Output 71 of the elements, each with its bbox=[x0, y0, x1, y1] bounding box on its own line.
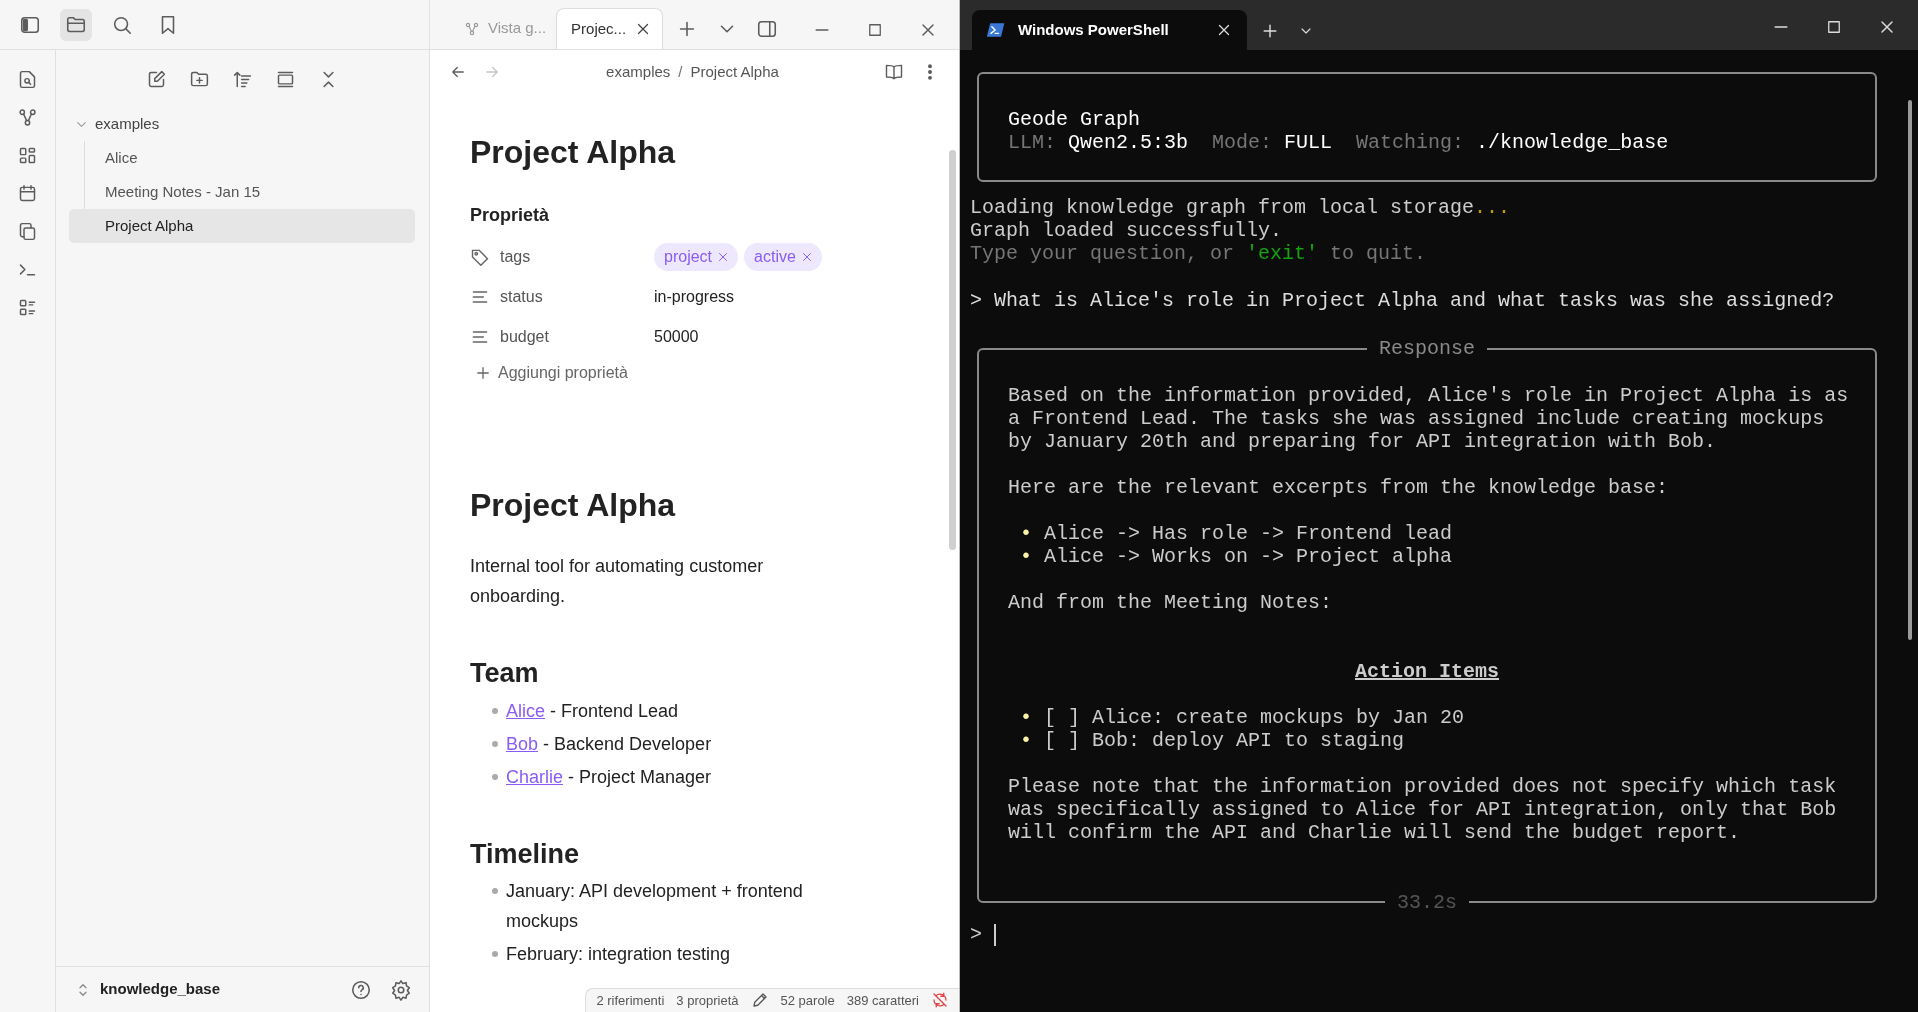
prompt-symbol: > bbox=[970, 923, 983, 946]
tag-pill[interactable]: project bbox=[654, 243, 739, 271]
properties-heading: Proprietà bbox=[470, 204, 551, 227]
log-line: Graph loaded successfully. bbox=[970, 219, 1284, 242]
bullet-item: Alice -> Works on -> Project alpha bbox=[1043, 545, 1453, 568]
paragraph: Internal tool for automating customer onboarding. bbox=[470, 555, 765, 608]
file-item[interactable]: Meeting Notes - Jan 15 bbox=[69, 175, 415, 209]
bullet-item: Alice -> Has role -> Frontend lead bbox=[1043, 522, 1453, 545]
property-value[interactable]: 50000 bbox=[654, 325, 699, 349]
bullet-icon bbox=[492, 888, 498, 894]
question-line: > What is Alice's role in Project Alpha and what tasks was she assigned? bbox=[970, 289, 1836, 312]
property-key: tags bbox=[500, 245, 531, 269]
heading: Team bbox=[470, 657, 540, 690]
banner-info: LLM: Qwen2.5:3b Mode: FULL Watching: ./knowledge_base bbox=[1008, 131, 1670, 154]
add-property-button[interactable]: Aggiungi proprietà bbox=[470, 361, 632, 385]
breadcrumb-item[interactable]: examples bbox=[606, 62, 671, 80]
note-title: Project Alpha bbox=[470, 133, 677, 172]
graph-icon bbox=[464, 20, 480, 37]
list-item: Alice - Frontend Lead bbox=[506, 699, 680, 723]
terminal-tab[interactable]: Windows PowerShell bbox=[972, 10, 1247, 50]
bullet-icon bbox=[492, 773, 498, 780]
powershell-icon bbox=[986, 20, 1006, 40]
note-link[interactable]: Charlie bbox=[506, 766, 564, 787]
heading: Project Alpha bbox=[470, 486, 677, 525]
folder-icon[interactable] bbox=[60, 8, 92, 41]
response-paragraph: Here are the relevant excerpts from the knowledge base: bbox=[1008, 476, 1670, 499]
property-value[interactable]: in-progress bbox=[654, 285, 735, 309]
breadcrumb-separator: / bbox=[678, 62, 683, 80]
log-line: Type your question, or 'exit' to quit. bbox=[970, 242, 1428, 265]
bullet-icon: • bbox=[1008, 522, 1032, 545]
bullet-icon bbox=[492, 951, 498, 957]
response-heading: Action Items bbox=[1354, 660, 1500, 683]
list-item: February: integration testing bbox=[506, 943, 732, 966]
note-link[interactable]: Bob bbox=[506, 733, 539, 754]
tag-icon bbox=[470, 247, 490, 267]
property-key: status bbox=[500, 285, 543, 309]
tab[interactable]: Projec... bbox=[556, 8, 664, 49]
scrollbar[interactable] bbox=[1908, 100, 1912, 640]
status-item: 2 riferimenti bbox=[596, 991, 665, 1010]
property-key: budget bbox=[500, 325, 549, 349]
list-item: Bob - Backend Developer bbox=[506, 732, 713, 756]
bullet-icon: • bbox=[1008, 545, 1032, 568]
bullet-item: [ ] Alice: create mockups by Jan 20 bbox=[1043, 706, 1465, 729]
bullet-icon: • bbox=[1008, 706, 1032, 729]
status-item: 3 proprietà bbox=[676, 991, 739, 1010]
response-paragraph: Please note that the information provided does not specify which task was specifically assigned to Alice for API integration, only that Bob will confirm the API and Charlie will send the budget report. bbox=[1008, 775, 1838, 844]
banner-title: Geode Graph bbox=[1008, 108, 1142, 131]
response-paragraph: Based on the information provided, Alice's role in Project Alpha is as a Frontend Lead. The tasks she was assigned include creating mockups by January 20th and preparing for API integration with Bob. bbox=[1008, 384, 1846, 453]
file-item[interactable]: Alice bbox=[69, 141, 415, 175]
bullet-icon bbox=[492, 740, 498, 747]
plus-icon bbox=[474, 364, 492, 382]
list-item: January: API development + frontend mockups bbox=[506, 880, 804, 933]
heading: Timeline bbox=[470, 837, 581, 871]
log-line: Loading knowledge graph from local storage... bbox=[970, 196, 1512, 219]
vault-name[interactable]: knowledge_base bbox=[100, 978, 337, 1001]
folder-item[interactable]: examples bbox=[68, 107, 415, 141]
list-item: Charlie - Project Manager bbox=[506, 765, 713, 789]
note-link[interactable]: Alice bbox=[506, 700, 545, 721]
bullet-icon: • bbox=[1008, 729, 1032, 752]
scrollbar[interactable] bbox=[949, 150, 956, 550]
breadcrumb-item[interactable]: Project Alpha bbox=[690, 62, 779, 80]
file-item[interactable]: Project Alpha bbox=[69, 209, 415, 243]
status-item: 52 parole bbox=[780, 991, 835, 1010]
sync-off-icon[interactable] bbox=[931, 991, 949, 1010]
response-paragraph: And from the Meeting Notes: bbox=[1008, 591, 1334, 614]
bullet-icon bbox=[492, 707, 498, 714]
tag-pill[interactable]: active bbox=[744, 243, 822, 271]
text-cursor bbox=[994, 923, 996, 946]
status-item: 389 caratteri bbox=[846, 991, 919, 1010]
pencil-icon[interactable] bbox=[750, 991, 769, 1010]
bullet-item: [ ] Bob: deploy API to staging bbox=[1043, 729, 1405, 752]
